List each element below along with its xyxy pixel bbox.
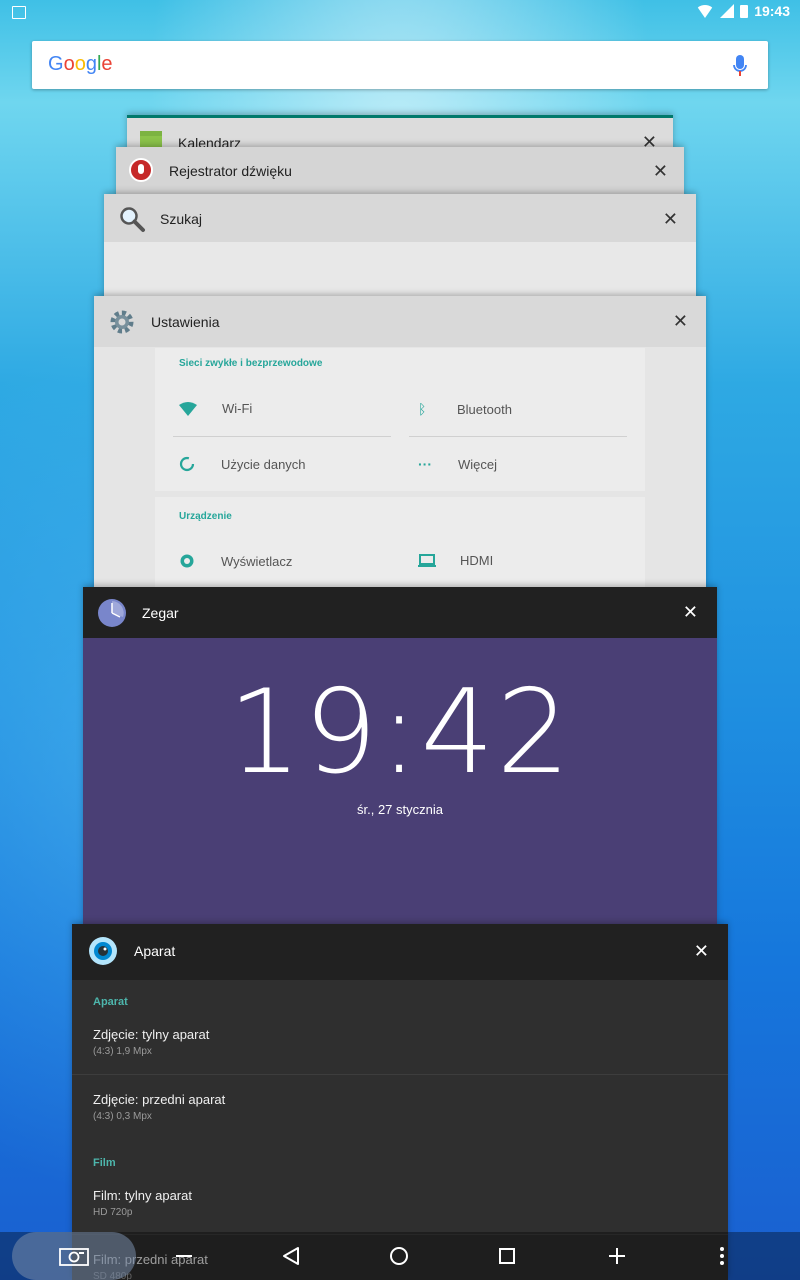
navigation-bar — [0, 1232, 800, 1280]
home-circle-icon — [390, 1247, 408, 1265]
settings-item-display[interactable]: Wyświetlacz — [179, 553, 292, 569]
clock-app-icon — [98, 599, 126, 627]
setting-value: (4:3) 0,3 Mpx — [93, 1111, 152, 1122]
close-icon[interactable]: ✕ — [673, 312, 688, 330]
settings-item-label: Wi-Fi — [222, 401, 253, 416]
settings-item-bluetooth[interactable]: ᛒ Bluetooth — [418, 401, 512, 417]
settings-section-device: Urządzenie Wyświetlacz HDMI — [155, 497, 645, 596]
section-title: Aparat — [93, 996, 128, 1008]
card-title: Ustawienia — [151, 314, 220, 330]
overflow-menu-button[interactable] — [712, 1232, 732, 1280]
minus-icon — [176, 1255, 192, 1257]
section-title: Sieci zwykłe i bezprzewodowe — [179, 358, 323, 369]
logo-letter: o — [74, 53, 86, 75]
recent-card-ustawienia[interactable]: Ustawienia ✕ Sieci zwykłe i bezprzewodow… — [94, 296, 706, 596]
setting-title[interactable]: Zdjęcie: tylny aparat — [93, 1027, 209, 1042]
clock-time: 19:42 — [227, 665, 573, 800]
settings-item-label: Użycie danych — [221, 456, 306, 472]
setting-title[interactable]: Film: tylny aparat — [93, 1188, 192, 1203]
wifi-icon — [696, 4, 715, 18]
section-title: Urządzenie — [179, 511, 232, 522]
screenshot-notification-icon — [12, 6, 26, 19]
card-title: Aparat — [134, 943, 176, 959]
search-app-icon — [120, 207, 145, 232]
logo-letter: g — [85, 53, 97, 75]
settings-item-label: Wyświetlacz — [221, 553, 293, 569]
settings-item-data-usage[interactable]: Użycie danych — [179, 456, 306, 472]
logo-letter: G — [48, 53, 64, 75]
close-icon[interactable]: ✕ — [694, 942, 709, 960]
brightness-icon — [180, 554, 194, 568]
settings-item-label: Więcej — [458, 456, 498, 472]
wifi-icon — [179, 401, 197, 416]
settings-section-wireless: Sieci zwykłe i bezprzewodowe Wi-Fi ᛒ Blu… — [155, 348, 645, 491]
recents-square-icon — [499, 1248, 515, 1264]
setting-value: (4:3) 1,9 Mpx — [93, 1046, 152, 1057]
logo-letter: o — [63, 53, 75, 75]
google-search-bar[interactable]: Google — [32, 41, 768, 89]
close-icon[interactable]: ✕ — [663, 210, 678, 228]
screenshot-button[interactable] — [58, 1232, 90, 1280]
bluetooth-icon: ᛒ — [418, 401, 427, 417]
signal-icon — [720, 4, 735, 18]
status-bar: 19:43 — [0, 0, 800, 26]
status-time: 19:43 — [754, 3, 790, 19]
data-usage-icon — [179, 456, 195, 472]
more-dots-icon: ··· — [418, 456, 432, 472]
back-button[interactable] — [276, 1232, 306, 1280]
recent-card-zegar[interactable]: Zegar ✕ 19:42 śr., 27 stycznia — [83, 587, 717, 932]
card-title: Zegar — [142, 605, 179, 621]
monitor-icon — [418, 553, 436, 567]
more-vertical-icon — [720, 1247, 724, 1265]
volume-down-button[interactable] — [172, 1232, 196, 1280]
clock-date: śr., 27 stycznia — [357, 802, 443, 817]
settings-item-label: Bluetooth — [457, 401, 512, 417]
camera-app-icon — [89, 937, 117, 965]
home-button[interactable] — [384, 1232, 414, 1280]
settings-item-label: HDMI — [460, 553, 494, 568]
settings-gear-icon — [110, 310, 134, 334]
settings-item-more[interactable]: ··· Więcej — [418, 456, 497, 472]
volume-up-button[interactable] — [602, 1232, 632, 1280]
recents-button[interactable] — [492, 1232, 522, 1280]
sound-recorder-icon — [129, 158, 153, 182]
setting-title[interactable]: Zdjęcie: przedni aparat — [93, 1092, 225, 1107]
setting-value: HD 720p — [93, 1207, 133, 1218]
plus-icon — [609, 1248, 625, 1264]
recent-card-aparat[interactable]: Aparat ✕ Aparat Zdjęcie: tylny aparat (4… — [72, 924, 728, 1280]
close-icon[interactable]: ✕ — [653, 162, 668, 180]
settings-item-wifi[interactable]: Wi-Fi — [179, 401, 252, 416]
microphone-icon[interactable] — [732, 54, 748, 78]
close-icon[interactable]: ✕ — [683, 603, 698, 621]
card-title: Szukaj — [160, 211, 203, 227]
camera-icon — [59, 1248, 89, 1266]
battery-icon — [740, 4, 749, 18]
back-triangle-icon — [283, 1247, 299, 1265]
card-title: Rejestrator dźwięku — [169, 163, 292, 179]
logo-letter: e — [101, 53, 113, 75]
section-title: Film — [93, 1157, 116, 1169]
settings-item-hdmi[interactable]: HDMI — [418, 553, 493, 568]
google-logo: Google — [48, 53, 113, 76]
